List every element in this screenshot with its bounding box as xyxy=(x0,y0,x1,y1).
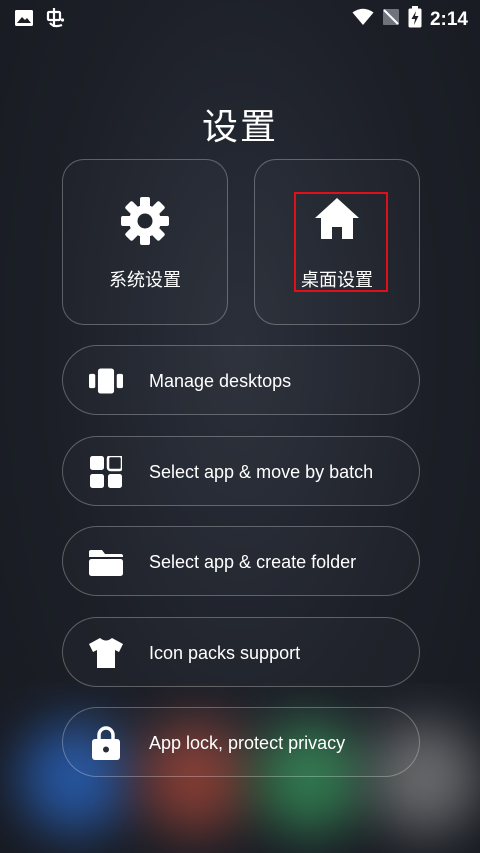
grid-apps-icon xyxy=(89,455,123,489)
icon-packs-label: Icon packs support xyxy=(149,643,301,663)
tshirt-icon xyxy=(89,636,123,670)
status-bar-right: 2:14 xyxy=(352,6,468,33)
select-create-folder-label: Select app & create folder xyxy=(149,552,357,572)
system-settings-label: 系统设置 xyxy=(109,270,181,290)
manage-desktops-option[interactable]: Manage desktops xyxy=(62,345,420,415)
select-move-batch-label: Select app & move by batch xyxy=(149,462,374,482)
manage-desktops-label: Manage desktops xyxy=(149,371,292,391)
status-time: 2:14 xyxy=(429,8,468,30)
gear-icon xyxy=(63,196,227,246)
status-bar-left xyxy=(14,7,66,34)
folder-icon xyxy=(89,545,123,579)
no-signal-icon xyxy=(382,8,400,31)
image-icon xyxy=(14,8,34,33)
icon-packs-option[interactable]: Icon packs support xyxy=(62,617,420,687)
select-move-batch-option[interactable]: Select app & move by batch xyxy=(62,436,420,506)
page-title: 设置 xyxy=(201,106,278,147)
select-create-folder-option[interactable]: Select app & create folder xyxy=(62,526,420,596)
highlight-box xyxy=(294,192,388,292)
battery-charging-icon xyxy=(408,6,422,33)
app-lock-label: App lock, protect privacy xyxy=(149,733,346,753)
bug-app-icon xyxy=(44,7,66,34)
app-lock-option[interactable]: App lock, protect privacy xyxy=(62,707,420,777)
lock-icon xyxy=(89,726,123,760)
wifi-icon xyxy=(352,8,374,31)
status-bar: 2:14 xyxy=(0,0,480,36)
desktops-icon xyxy=(89,364,123,398)
desktop-settings-card[interactable]: 桌面设置 xyxy=(254,159,420,325)
system-settings-card[interactable]: 系统设置 xyxy=(62,159,228,325)
